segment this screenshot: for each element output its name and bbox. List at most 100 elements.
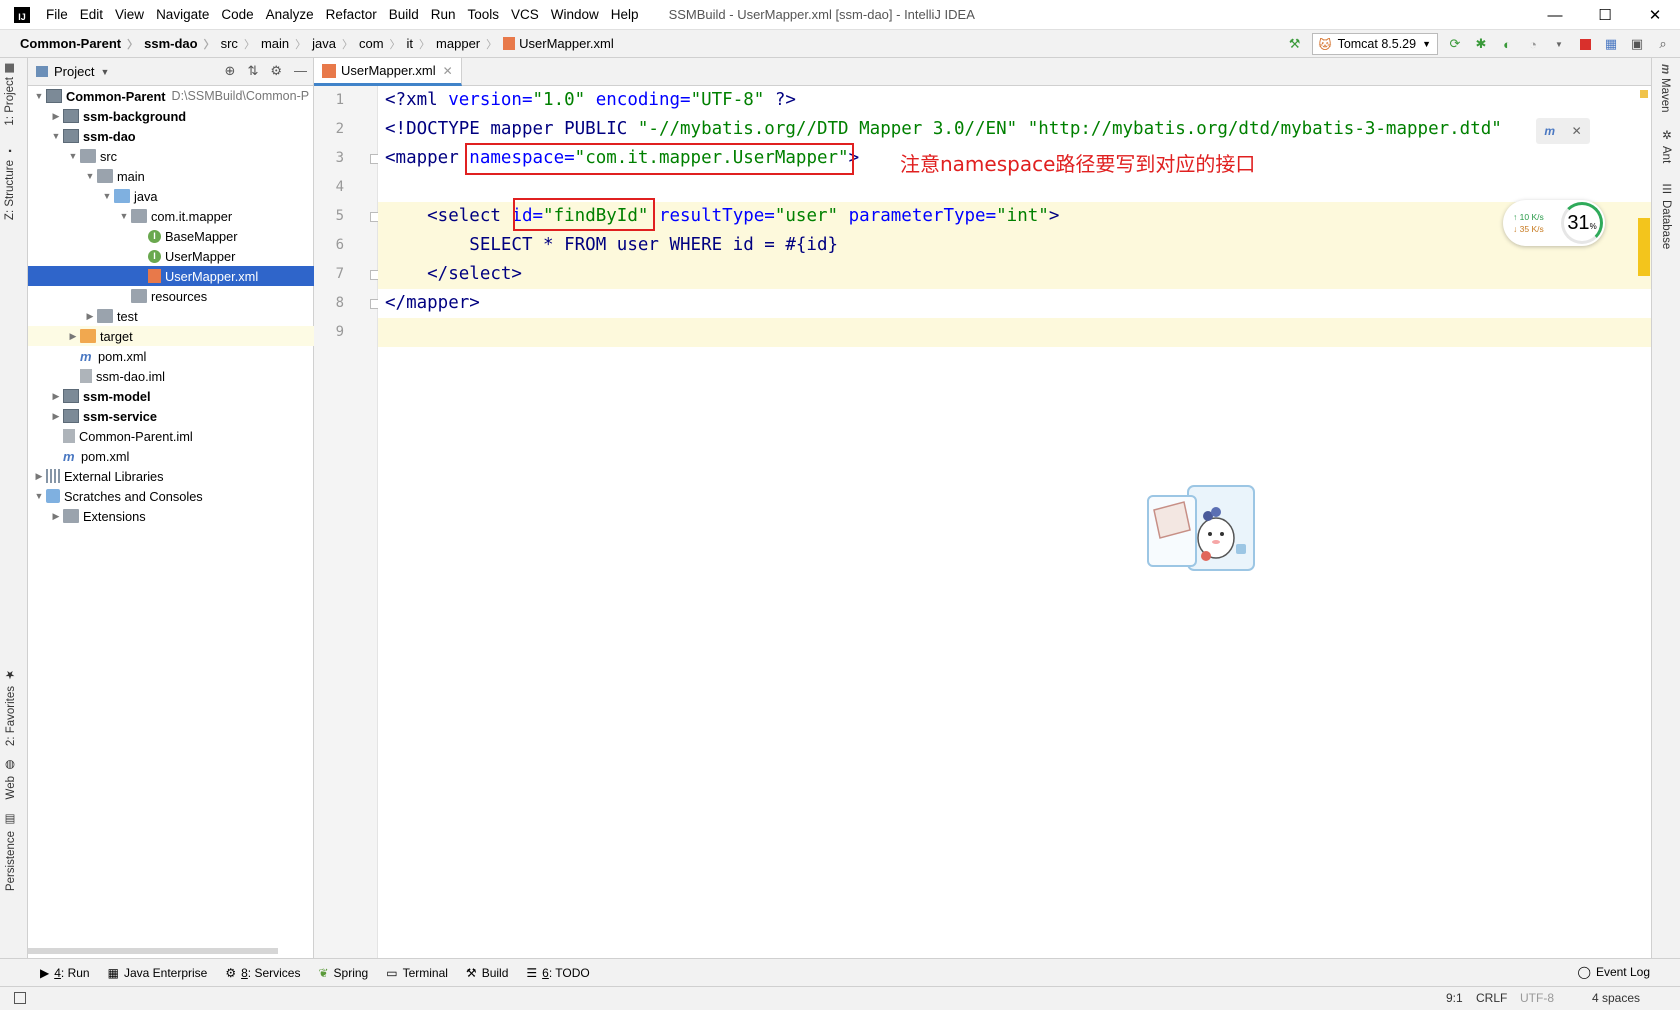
coverage-icon[interactable]: ◐ [1498, 35, 1516, 53]
tool-tab-project[interactable]: 1: Project [4, 64, 16, 126]
expand-arrow-icon[interactable]: ▼ [49, 131, 63, 141]
more-run-chevron-icon[interactable]: ▼ [1550, 35, 1568, 53]
tree-item[interactable]: ▶ target [28, 326, 314, 346]
menu-navigate[interactable]: Navigate [150, 7, 215, 22]
menu-refactor[interactable]: Refactor [320, 7, 383, 22]
menu-view[interactable]: View [109, 7, 150, 22]
tool-tab-run[interactable]: ▶ 4: Run [40, 966, 90, 980]
tool-tab-ant[interactable]: ✲ Ant [1659, 128, 1673, 163]
error-stripe[interactable] [1636, 86, 1650, 958]
tree-item[interactable]: ▼ main [28, 166, 314, 186]
event-log-button[interactable]: ◯ Event Log [1578, 965, 1650, 979]
expand-arrow-icon[interactable]: ▼ [32, 91, 46, 101]
tree-item[interactable]: m pom.xml [28, 446, 314, 466]
file-encoding[interactable]: UTF-8 [1520, 991, 1554, 1005]
breadcrumb-item[interactable]: it 〉 [401, 36, 431, 52]
tool-tab-maven[interactable]: m Maven [1659, 64, 1671, 113]
expand-arrow-icon[interactable]: ▼ [66, 151, 80, 161]
indent-setting[interactable]: 4 spaces [1592, 991, 1640, 1005]
tree-item[interactable]: ▶ External Libraries [28, 466, 314, 486]
tree-item[interactable]: ▼ Common-Parent D:\SSMBuild\Common-P [28, 86, 314, 106]
menu-run[interactable]: Run [425, 7, 462, 22]
caret-position[interactable]: 9:1 [1446, 991, 1463, 1005]
tree-item[interactable]: ▼ Scratches and Consoles [28, 486, 314, 506]
tree-item[interactable]: I BaseMapper [28, 226, 314, 246]
close-tab-icon[interactable]: ✕ [443, 64, 453, 78]
breadcrumb-item[interactable]: com 〉 [353, 36, 401, 52]
collapse-arrow-icon[interactable]: ▶ [32, 471, 46, 482]
project-horizontal-scrollbar[interactable] [28, 948, 278, 954]
profile-icon[interactable]: ◔ [1524, 35, 1542, 53]
menu-tools[interactable]: Tools [462, 7, 506, 22]
breadcrumb-item[interactable]: src 〉 [215, 36, 255, 52]
breadcrumb-item[interactable]: mapper 〉 [430, 36, 497, 52]
line-separator[interactable]: CRLF [1476, 991, 1507, 1005]
scrollbar-marker[interactable] [1638, 218, 1650, 276]
rerun-icon[interactable]: ⟳ [1446, 35, 1464, 53]
collapse-all-icon[interactable]: ⇅ [247, 63, 258, 79]
breadcrumb-item[interactable]: Common-Parent 〉 [14, 36, 138, 52]
collapse-arrow-icon[interactable]: ▶ [49, 111, 63, 122]
locate-file-icon[interactable]: ⊕ [225, 63, 236, 79]
menu-file[interactable]: File [40, 7, 74, 22]
breadcrumb-item[interactable]: java 〉 [306, 36, 353, 52]
expand-arrow-icon[interactable]: ▼ [83, 171, 97, 181]
tree-item[interactable]: ▼ ssm-dao [28, 126, 314, 146]
close-window-button[interactable]: ✕ [1630, 0, 1680, 30]
maven-reload-hint[interactable]: m ✕ [1536, 118, 1590, 144]
chevron-down-icon[interactable]: ▼ [100, 67, 109, 77]
collapse-arrow-icon[interactable]: ▶ [49, 391, 63, 402]
tool-tab-favorites[interactable]: 2: Favorites ★ [4, 668, 18, 746]
breadcrumb-item[interactable]: ssm-dao 〉 [138, 36, 214, 52]
tool-tab-terminal[interactable]: ▭ Terminal [386, 966, 448, 980]
tree-item[interactable]: ▶ ssm-background [28, 106, 314, 126]
build-hammer-icon[interactable]: ⚒ [1286, 35, 1304, 53]
tab-usermapper-xml[interactable]: UserMapper.xml ✕ [314, 58, 462, 86]
run-configuration-select[interactable]: 🐱 Tomcat 8.5.29 ▼ [1311, 33, 1438, 55]
breadcrumb-item[interactable]: UserMapper.xml [497, 36, 614, 52]
project-structure-icon[interactable]: ▦ [1602, 35, 1620, 53]
breadcrumb-item[interactable]: main 〉 [255, 36, 306, 52]
tree-item[interactable]: Common-Parent.iml [28, 426, 314, 446]
inspection-status-icon[interactable] [1640, 90, 1648, 98]
tool-tab-spring[interactable]: ❦ Spring [318, 966, 368, 980]
tool-tab-database[interactable]: ☰ Database [1659, 182, 1673, 249]
tree-item[interactable]: ▼ src [28, 146, 314, 166]
tool-windows-toggle-icon[interactable] [14, 992, 26, 1004]
code-editor[interactable]: <?xml version="1.0" encoding="UTF-8" ?> … [378, 86, 1651, 958]
tool-tab-web[interactable]: Web ◍ [4, 758, 18, 799]
search-everywhere-icon[interactable]: ⌕ [1654, 35, 1672, 53]
menu-code[interactable]: Code [215, 7, 259, 22]
collapse-arrow-icon[interactable]: ▶ [83, 311, 97, 322]
menu-build[interactable]: Build [383, 7, 425, 22]
menu-vcs[interactable]: VCS [505, 7, 545, 22]
expand-arrow-icon[interactable]: ▼ [32, 491, 46, 501]
gear-icon[interactable]: ⚙ [270, 63, 282, 79]
tree-item[interactable]: ▶ ssm-model [28, 386, 314, 406]
tree-item[interactable]: m pom.xml [28, 346, 314, 366]
menu-edit[interactable]: Edit [74, 7, 109, 22]
maven-reload-icon[interactable]: m [1544, 124, 1555, 138]
debug-icon[interactable]: ✱ [1472, 35, 1490, 53]
tool-tab-java-enterprise[interactable]: ▦ Java Enterprise [108, 966, 208, 980]
menu-analyze[interactable]: Analyze [260, 7, 320, 22]
hide-panel-icon[interactable]: — [294, 63, 307, 79]
tree-item[interactable]: ▶ Extensions [28, 506, 314, 526]
tool-tab-build[interactable]: ⚒ Build [466, 966, 508, 980]
menu-help[interactable]: Help [605, 7, 645, 22]
tool-tab-persistence[interactable]: Persistence ▤ [4, 813, 18, 891]
tool-tab-services[interactable]: ⚙ 8: Services [225, 966, 300, 980]
tree-item[interactable]: ▶ test [28, 306, 314, 326]
project-view-select[interactable]: Project [54, 64, 94, 79]
tree-item[interactable]: resources [28, 286, 314, 306]
tree-item[interactable]: I UserMapper [28, 246, 314, 266]
close-hint-icon[interactable]: ✕ [1572, 124, 1582, 138]
tree-item[interactable]: ▼ com.it.mapper [28, 206, 314, 226]
tree-item[interactable]: UserMapper.xml [28, 266, 314, 286]
expand-arrow-icon[interactable]: ▼ [117, 211, 131, 221]
stop-icon[interactable] [1576, 35, 1594, 53]
tool-tab-structure[interactable]: Z: Structure ▪ [4, 146, 16, 220]
presentation-icon[interactable]: ▣ [1628, 35, 1646, 53]
maximize-button[interactable]: ☐ [1580, 0, 1630, 30]
collapse-arrow-icon[interactable]: ▶ [49, 411, 63, 422]
